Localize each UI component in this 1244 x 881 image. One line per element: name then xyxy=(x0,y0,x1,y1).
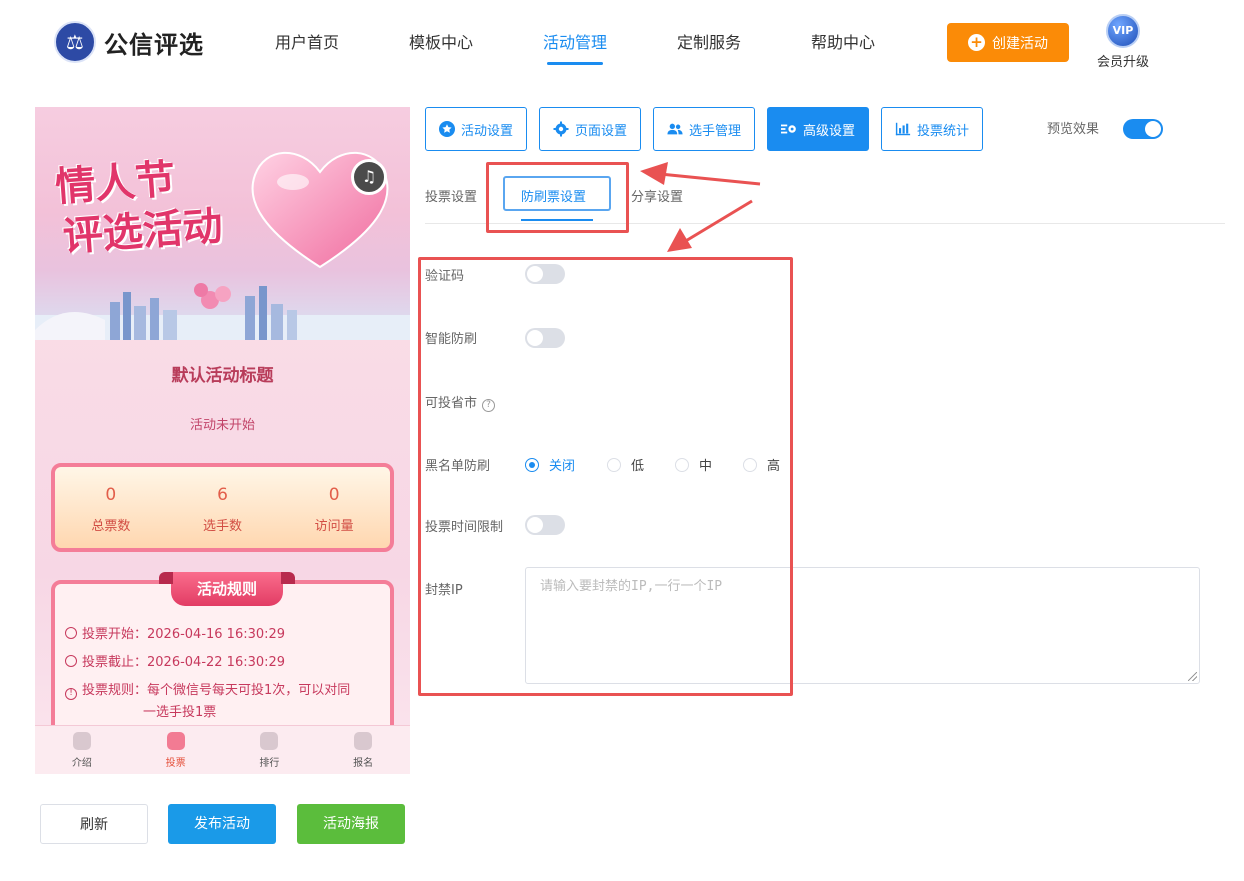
gear-icon xyxy=(553,121,569,137)
annotation-highlight-form xyxy=(418,257,793,696)
page-settings-label: 页面设置 xyxy=(574,123,627,139)
rule-start-time: 投票开始：2026-04-16 16:30:29 xyxy=(65,624,385,646)
vip-upgrade-label: 会员升级 xyxy=(1096,55,1149,70)
vote-statistics-label: 投票统计 xyxy=(916,123,969,139)
bar-chart-icon xyxy=(895,121,911,137)
activity-settings-button[interactable]: 活动设置 xyxy=(425,107,527,151)
tab-label: 排行 xyxy=(259,758,280,769)
nav-item-home[interactable]: 用户首页 xyxy=(240,0,374,72)
stat-value: 6 xyxy=(217,485,228,505)
star-icon xyxy=(438,121,455,137)
nav-item-help-center[interactable]: 帮助中心 xyxy=(776,0,910,72)
vote-statistics-button[interactable]: 投票统计 xyxy=(881,107,983,151)
tab-intro[interactable]: 介绍 xyxy=(35,726,129,774)
city-skyline-illustration xyxy=(35,283,410,340)
music-note-icon[interactable]: ♫ xyxy=(351,159,387,195)
nav-item-templates[interactable]: 模板中心 xyxy=(374,0,508,72)
banner-title-line1: 情人节 xyxy=(53,155,177,211)
mobile-tabbar: 介绍 投票 排行 报名 xyxy=(35,725,410,774)
activity-banner: 情人节 评选活动 ♫ xyxy=(35,107,410,340)
nav-item-custom-service[interactable]: 定制服务 xyxy=(642,0,776,72)
brand-name: 公信评选 xyxy=(104,30,204,59)
rule-vote-policy-cont: 一选手投1票 xyxy=(143,705,217,720)
mobile-preview: 情人节 评选活动 ♫ 默认活动标题 活动未开始 0 总票数 6 选手数 0 访问… xyxy=(35,107,410,774)
vote-heart-icon xyxy=(166,732,185,750)
stat-label: 访问量 xyxy=(314,519,354,534)
rule-end-text: 投票截止：2026-04-22 16:30:29 xyxy=(82,655,286,670)
stat-label: 选手数 xyxy=(203,519,243,534)
advanced-settings-button[interactable]: 高级设置 xyxy=(767,107,869,151)
nav-item-activity-management[interactable]: 活动管理 xyxy=(508,0,642,72)
ranking-icon xyxy=(260,732,279,750)
banner-title-line2: 评选活动 xyxy=(61,202,225,261)
main-nav: 用户首页 模板中心 活动管理 定制服务 帮助中心 xyxy=(240,0,910,72)
preview-toggle-label: 预览效果 xyxy=(1047,122,1100,137)
tab-ranking[interactable]: 排行 xyxy=(223,726,317,774)
clock-icon xyxy=(65,627,77,639)
tab-vote-settings[interactable]: 投票设置 xyxy=(425,186,477,205)
stat-value: 0 xyxy=(105,485,117,505)
stat-visits: 0 访问量 xyxy=(278,467,390,548)
refresh-button[interactable]: 刷新 xyxy=(40,804,148,844)
info-circle-icon: ! xyxy=(65,688,77,700)
create-activity-label: 创建活动 xyxy=(992,35,1048,52)
rule-vote-policy: ! 投票规则：每个微信号每天可投1次，可以对同 xyxy=(65,680,385,702)
tab-vote[interactable]: 投票 xyxy=(129,726,223,774)
contestant-management-button[interactable]: 选手管理 xyxy=(653,107,755,151)
heart-illustration xyxy=(251,151,389,269)
stat-total-votes: 0 总票数 xyxy=(55,467,167,548)
vip-upgrade[interactable]: VIP 会员升级 xyxy=(1093,14,1153,70)
clock-icon xyxy=(65,655,77,667)
advanced-settings-label: 高级设置 xyxy=(802,123,855,139)
stats-card: 0 总票数 6 选手数 0 访问量 xyxy=(51,463,394,552)
signup-icon xyxy=(354,732,373,750)
brand-logo[interactable]: ⚖ 公信评选 xyxy=(54,21,204,63)
annotation-highlight-tab xyxy=(486,162,629,233)
rule-policy-text: 投票规则：每个微信号每天可投1次，可以对同 xyxy=(82,683,351,698)
contestant-management-label: 选手管理 xyxy=(688,123,741,139)
rule-end-time: 投票截止：2026-04-22 16:30:29 xyxy=(65,652,385,674)
tab-label: 介绍 xyxy=(71,758,92,769)
banner-title: 情人节 评选活动 xyxy=(54,151,225,262)
plus-circle-icon: + xyxy=(968,34,985,51)
tab-label: 报名 xyxy=(353,758,374,769)
rule-start-text: 投票开始：2026-04-16 16:30:29 xyxy=(82,627,286,642)
stat-value: 0 xyxy=(328,485,340,505)
scales-of-justice-icon: ⚖ xyxy=(54,21,96,63)
rules-title: 活动规则 xyxy=(159,572,295,606)
create-activity-button[interactable]: + 创建活动 xyxy=(947,23,1069,62)
stat-label: 总票数 xyxy=(91,519,131,534)
preview-toggle[interactable] xyxy=(1123,119,1163,139)
page-settings-button[interactable]: 页面设置 xyxy=(539,107,641,151)
tab-label: 投票 xyxy=(165,758,186,769)
intro-icon xyxy=(72,732,91,750)
activity-poster-button[interactable]: 活动海报 xyxy=(297,804,405,844)
stat-contestants: 6 选手数 xyxy=(167,467,279,548)
advanced-settings-icon xyxy=(780,121,797,137)
tab-signup[interactable]: 报名 xyxy=(316,726,410,774)
users-icon xyxy=(667,121,683,137)
activity-status: 活动未开始 xyxy=(189,418,255,433)
vip-badge-icon: VIP xyxy=(1106,14,1140,48)
textarea-resize-handle[interactable] xyxy=(1188,672,1197,681)
publish-activity-button[interactable]: 发布活动 xyxy=(168,804,276,844)
activity-settings-label: 活动设置 xyxy=(460,123,513,139)
top-navbar: ⚖ 公信评选 用户首页 模板中心 活动管理 定制服务 帮助中心 + 创建活动 V… xyxy=(0,0,1244,90)
tab-share-settings[interactable]: 分享设置 xyxy=(631,186,683,205)
activity-title: 默认活动标题 xyxy=(171,366,274,386)
